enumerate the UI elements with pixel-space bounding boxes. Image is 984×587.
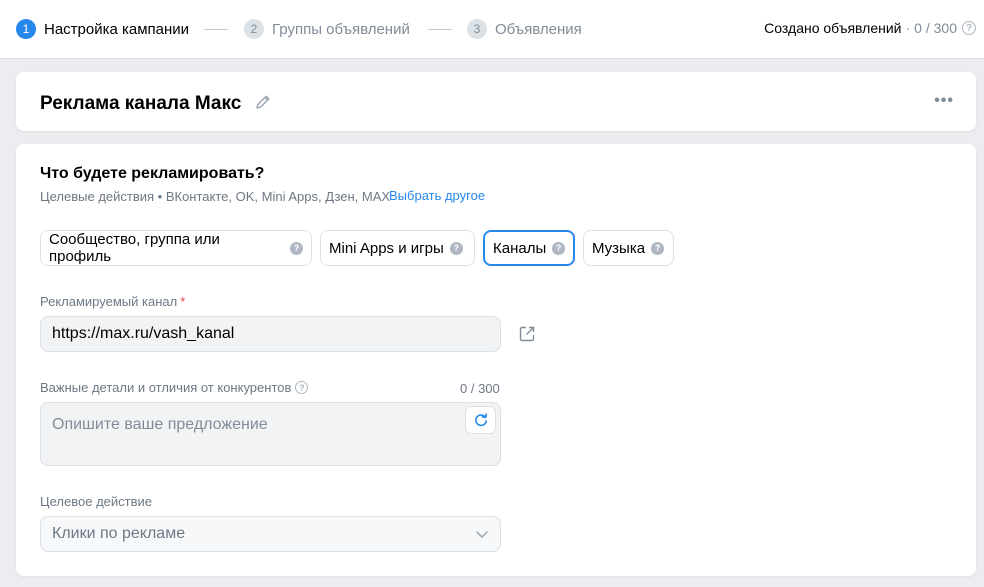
action-field-label: Целевое действие [40, 494, 152, 509]
channel-label-text: Рекламируемый канал [40, 294, 178, 309]
step-number: 3 [467, 19, 487, 39]
chevron-down-icon [476, 531, 488, 538]
chip-label: Сообщество, группа или профиль [49, 231, 220, 265]
step-ad-groups[interactable]: 2 Группы объявлений [244, 19, 410, 39]
chip-label: Mini Apps и игры [329, 239, 444, 257]
help-icon[interactable]: ? [449, 241, 463, 255]
help-icon[interactable]: ? [290, 241, 303, 255]
campaign-header-card: Реклама канала Макс ••• [16, 72, 976, 131]
objective-card: Что будете рекламировать? Целевые действ… [16, 144, 976, 576]
step-label: Настройка кампании [44, 20, 190, 38]
campaign-title: Реклама канала Макс [40, 93, 242, 114]
details-char-counter: 0 / 300 [460, 381, 500, 396]
external-link-icon[interactable] [518, 325, 536, 343]
channel-url-input[interactable]: https://max.ru/vash_kanal [40, 316, 501, 352]
step-ads[interactable]: 3 Объявления [467, 19, 582, 39]
chip-label: Музыка [592, 239, 646, 257]
step-label: Объявления [495, 20, 582, 38]
ads-created-counter: Создано объявлений · 0 / 300 ? [764, 20, 976, 36]
chip-channels[interactable]: Каналы ? [483, 230, 575, 266]
counter-value: 0 / 300 [914, 20, 957, 36]
details-placeholder: Опишите ваше предложение [52, 416, 268, 433]
counter-separator: · [905, 20, 911, 36]
details-field-label: Важные детали и отличия от конкурентов ? [40, 380, 309, 395]
chip-label: Каналы [493, 239, 547, 257]
step-number: 2 [244, 19, 264, 39]
choose-other-link[interactable]: Выбрать другое [389, 188, 485, 203]
chip-music[interactable]: Музыка ? [583, 230, 674, 266]
objective-subtitle: Целевые действия • ВКонтакте, OK, Mini A… [40, 189, 391, 204]
help-icon[interactable]: ? [295, 381, 309, 394]
step-divider [204, 29, 228, 30]
details-label-text: Важные детали и отличия от конкурентов [40, 380, 292, 395]
objective-title: Что будете рекламировать? [40, 165, 265, 182]
step-divider [428, 29, 452, 30]
step-number: 1 [16, 19, 36, 39]
target-action-select[interactable]: Клики по рекламе [40, 516, 501, 552]
required-mark: * [180, 294, 186, 309]
campaign-stepper: 1 Настройка кампании 2 Группы объявлений… [0, 0, 984, 59]
details-textarea[interactable]: Опишите ваше предложение [40, 402, 501, 466]
refresh-icon [474, 413, 487, 427]
help-icon[interactable]: ? [552, 241, 565, 255]
step-campaign-settings[interactable]: 1 Настройка кампании [16, 19, 189, 39]
target-action-value: Клики по рекламе [52, 525, 186, 542]
step-label: Группы объявлений [272, 20, 410, 38]
chip-community[interactable]: Сообщество, группа или профиль ? [40, 230, 312, 266]
channel-field-label: Рекламируемый канал * [40, 294, 185, 309]
help-icon[interactable]: ? [962, 21, 976, 35]
regenerate-button[interactable] [465, 406, 496, 434]
counter-label: Создано объявлений [764, 20, 902, 36]
help-icon[interactable]: ? [651, 241, 665, 255]
chip-mini-apps[interactable]: Mini Apps и игры ? [320, 230, 475, 266]
more-options-icon[interactable]: ••• [934, 92, 954, 110]
pencil-icon[interactable] [254, 93, 272, 111]
